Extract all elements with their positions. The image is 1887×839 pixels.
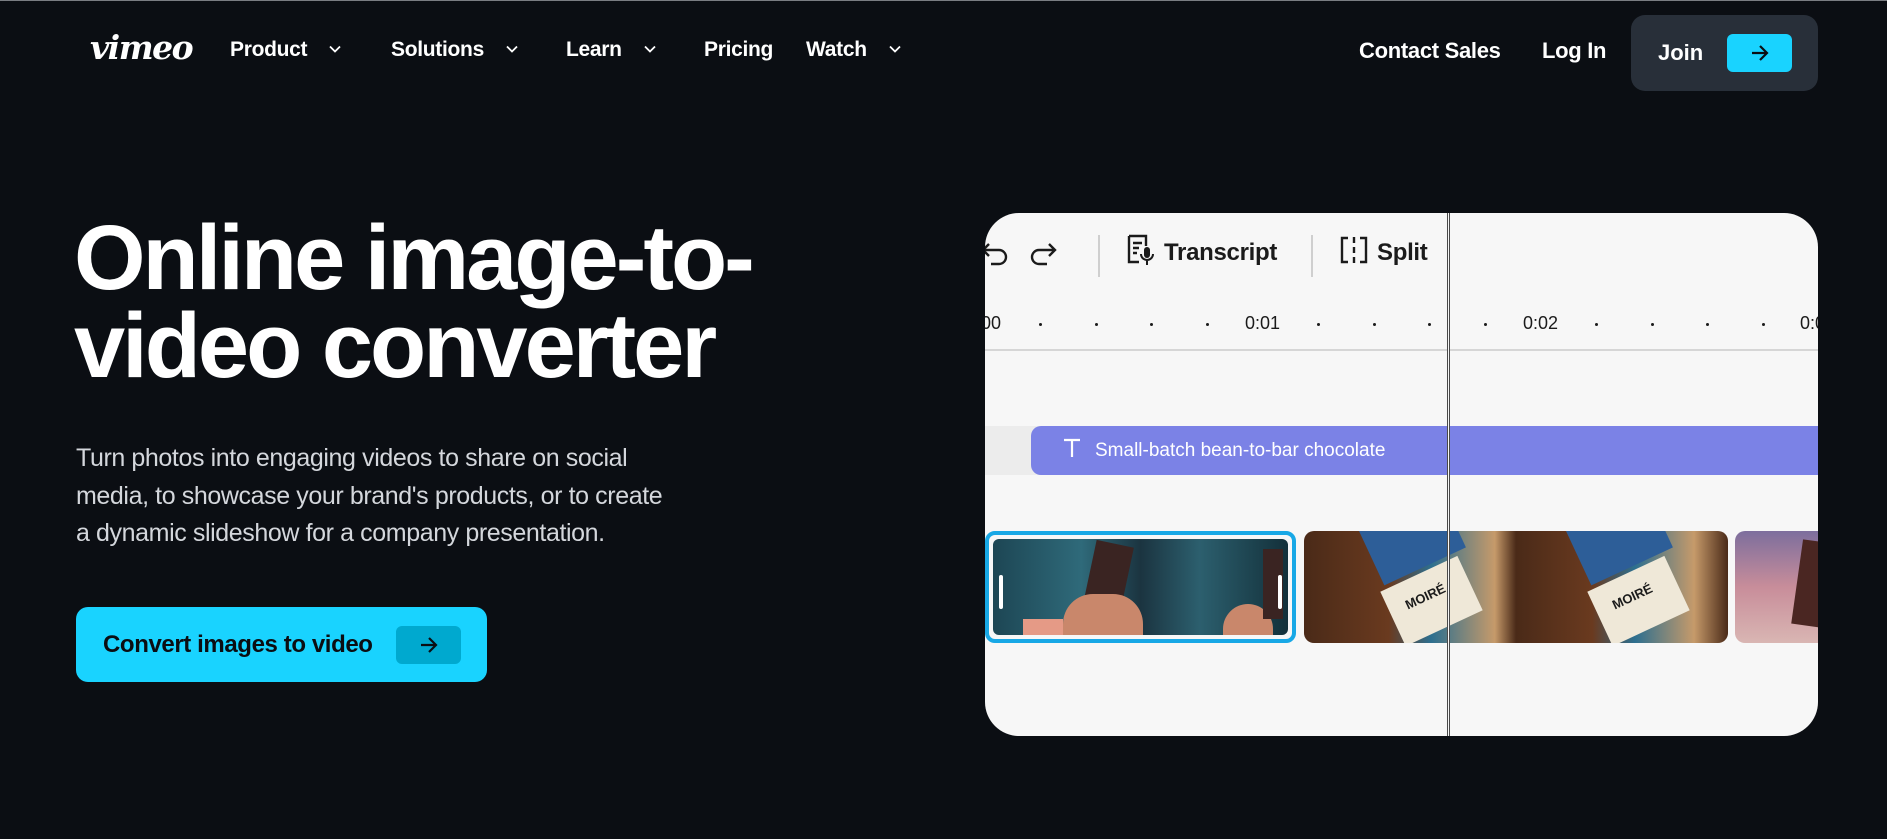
vimeo-logo[interactable]: vimeo [90,28,194,67]
hand-shape [1063,594,1143,635]
chevron-down-icon [889,45,901,55]
video-clip[interactable]: MOIRÉ MOIRÉ [1304,531,1728,643]
ruler-tick [1706,323,1709,326]
log-in-link[interactable]: Log In [1542,38,1606,64]
split-button[interactable]: Split [1339,235,1428,271]
nav-item-learn[interactable]: Learn [566,38,656,62]
ruler-tick [1150,323,1153,326]
chevron-down-icon [644,45,656,55]
ruler-tick [1206,323,1209,326]
undo-icon[interactable] [985,236,1011,268]
text-clip-label: Small-batch bean-to-bar chocolate [1095,439,1386,461]
ruler-label: 00 [985,313,1002,333]
chevron-down-icon [329,45,341,55]
transcript-button[interactable]: Transcript [1126,234,1278,273]
video-clip-selected[interactable] [985,531,1296,643]
card-shape [1023,619,1063,635]
page-title: Online image-to- video converter [74,207,874,397]
trim-handle-right[interactable] [1278,575,1282,609]
ruler-label: 0:01 [1245,313,1281,333]
ruler-label: 0:02 [1523,313,1559,333]
ruler-tick [1317,323,1320,326]
redo-icon[interactable] [1027,236,1059,268]
join-button[interactable]: Join [1631,15,1818,91]
convert-images-button[interactable]: Convert images to video [76,607,487,682]
nav-item-solutions[interactable]: Solutions [391,38,518,62]
toolbar-divider [1098,235,1100,277]
text-icon [1063,438,1081,463]
nav-item-watch[interactable]: Watch [806,38,901,62]
main-nav: vimeo Product Solutions Learn Pricing Wa… [0,0,1887,105]
ruler-tick [1373,323,1376,326]
ruler-tick [1762,323,1765,326]
join-label: Join [1658,40,1704,65]
arrow-right-icon [396,626,461,664]
ruler-tick [1595,323,1598,326]
ruler-tick [1651,323,1654,326]
hero-subtitle: Turn photos into engaging videos to shar… [76,440,776,553]
chevron-down-icon [506,45,518,55]
trim-handle-left[interactable] [999,575,1003,609]
transcript-icon [1126,234,1156,273]
contact-sales-link[interactable]: Contact Sales [1359,38,1501,64]
nav-item-label: Watch [806,38,867,61]
cta-label: Convert images to video [103,631,373,658]
editor-toolbar: Transcript Split [985,213,1818,293]
video-clip[interactable] [1735,531,1818,643]
ruler-tick [1428,323,1431,326]
title-line-1: Online image-to- [74,207,755,309]
chocolate-bar-shape [1791,539,1818,628]
video-editor-preview: Transcript Split 00 0:01 0:02 0:0 Sma [985,213,1818,736]
ruler-tick [1095,323,1098,326]
nav-item-pricing[interactable]: Pricing [704,38,773,62]
nav-item-product[interactable]: Product [230,38,341,62]
subtitle-line-2: media, to showcase your brand's products… [76,481,663,510]
nav-item-label: Solutions [391,38,484,61]
subtitle-line-3: a dynamic slideshow for a company presen… [76,519,605,547]
ruler-tick [1039,323,1042,326]
nav-item-label: Product [230,38,308,61]
split-label: Split [1377,239,1428,266]
subtitle-line-1: Turn photos into engaging videos to shar… [76,444,628,472]
split-icon [1339,235,1369,272]
arrow-right-icon [1727,34,1792,72]
ruler-tick [1484,323,1487,326]
text-clip[interactable]: Small-batch bean-to-bar chocolate [1031,426,1818,475]
title-line-2: video converter [74,295,717,397]
clip-thumbnail [993,539,1288,635]
ruler-label: 0:0 [1800,313,1818,333]
nav-item-label: Learn [566,38,622,61]
playhead[interactable] [1447,213,1450,736]
timeline-ruler[interactable]: 00 0:01 0:02 0:0 [985,293,1818,351]
nav-item-label: Pricing [704,38,774,61]
toolbar-divider [1311,235,1313,277]
transcript-label: Transcript [1164,239,1278,266]
